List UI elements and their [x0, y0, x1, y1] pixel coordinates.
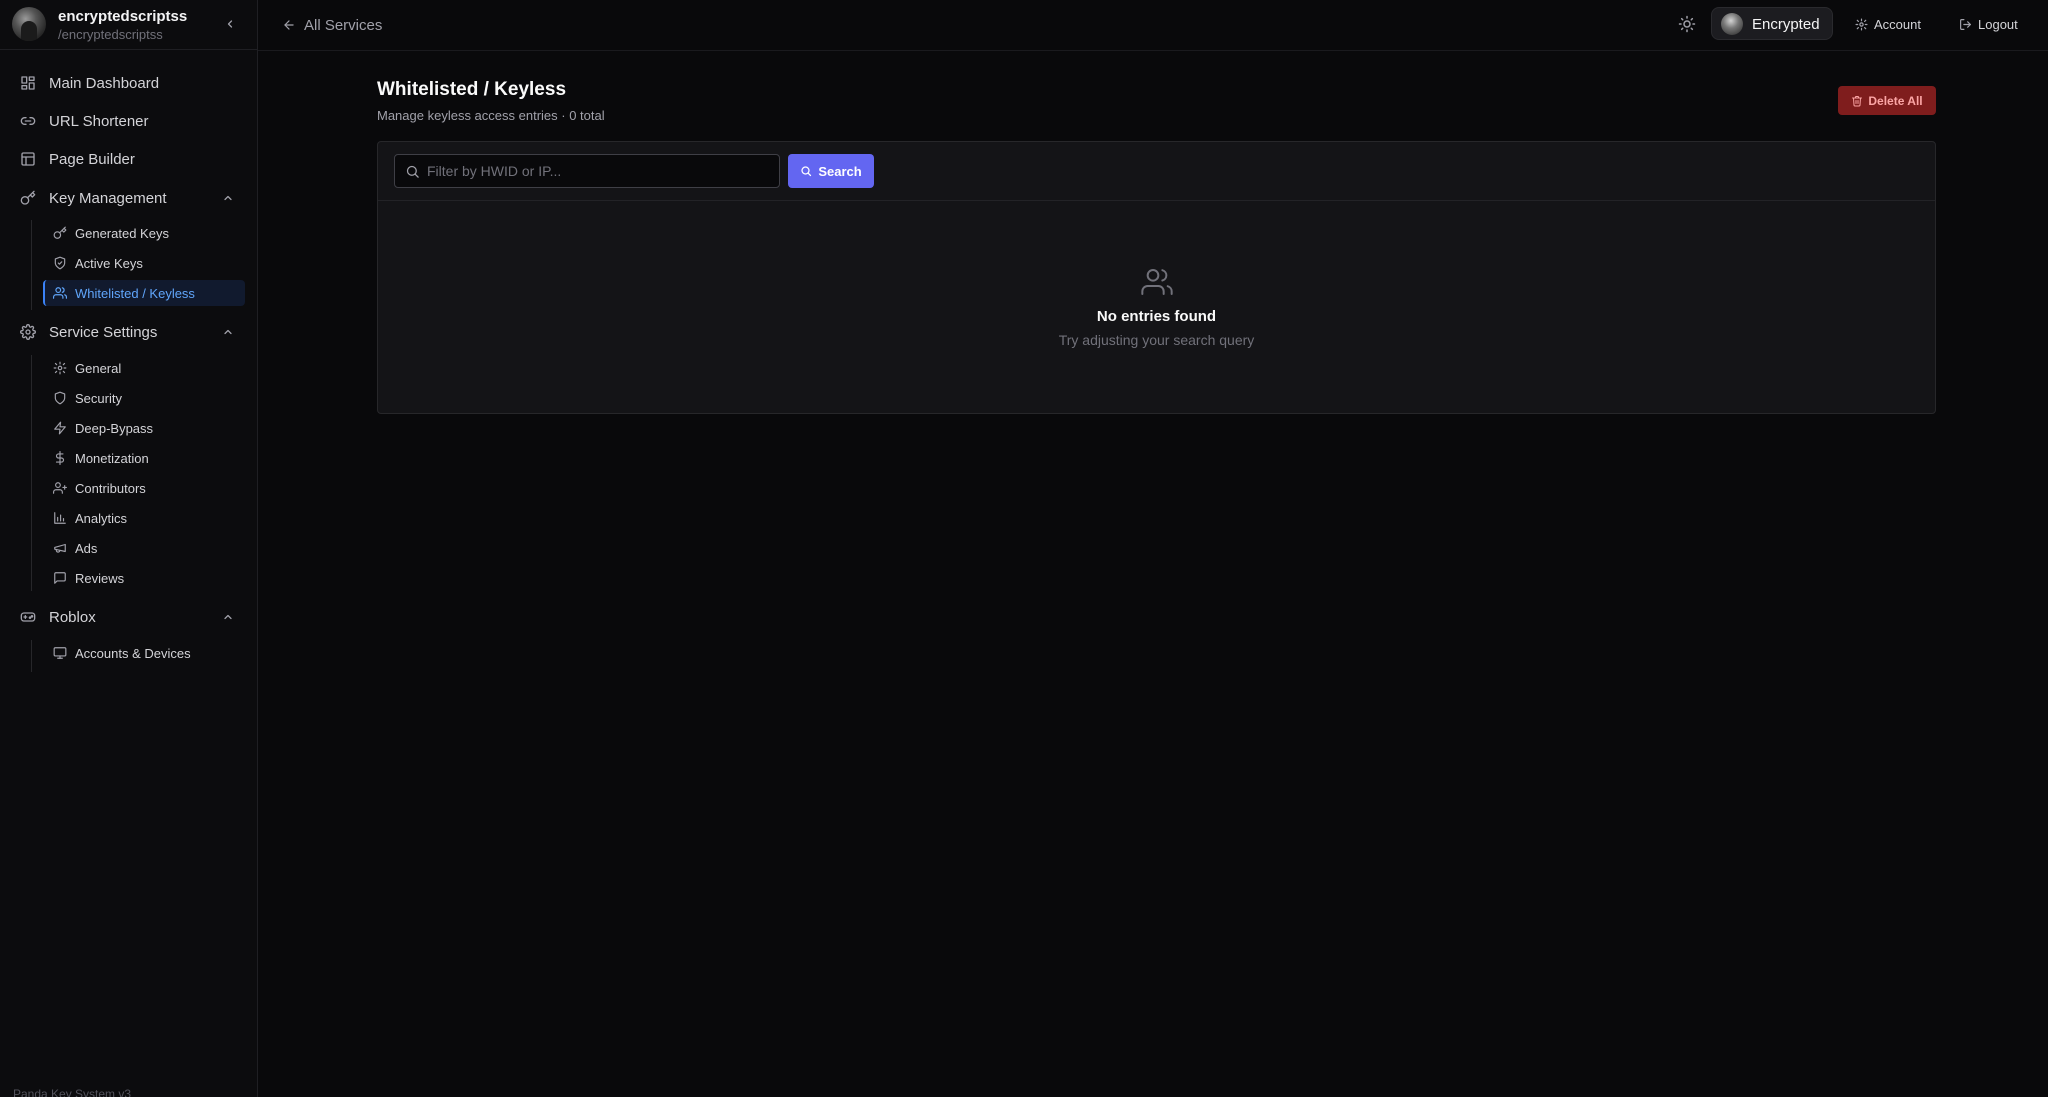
sidebar-item-generated-keys[interactable]: Generated Keys	[43, 220, 245, 246]
logout-button[interactable]: Logout	[1959, 15, 2018, 33]
sidebar-item-analytics[interactable]: Analytics	[43, 505, 245, 531]
search-icon	[406, 165, 419, 178]
search-icon	[801, 166, 812, 177]
monitor-icon	[53, 647, 67, 659]
shield-icon	[54, 391, 66, 405]
sidebar-item-whitelisted-keyless[interactable]: Whitelisted / Keyless	[43, 280, 245, 306]
sidebar-item-label: Monetization	[75, 451, 149, 466]
search-field[interactable]	[394, 154, 780, 188]
layout-icon	[21, 152, 35, 166]
chevron-up-icon	[224, 195, 232, 201]
user-plus-icon	[53, 482, 67, 494]
bar-chart-icon	[54, 512, 66, 524]
sidebar-section-key-management[interactable]: Key Management	[10, 182, 246, 214]
sidebar-item-label: Ads	[75, 541, 98, 556]
gamepad-icon	[20, 612, 36, 622]
profile-name: encryptedscriptss	[58, 8, 188, 25]
megaphone-icon	[54, 543, 66, 553]
sidebar-item-label: Active Keys	[75, 256, 143, 271]
back-link-label: All Services	[304, 16, 383, 34]
chevron-up-icon	[224, 614, 232, 620]
sidebar-section-label: Key Management	[49, 190, 167, 207]
arrow-left-icon	[284, 20, 294, 30]
sidebar: encryptedscriptss /encryptedscriptss Mai…	[0, 0, 258, 1097]
user-chip-label: Encrypted	[1752, 16, 1820, 33]
sidebar-item-label: Main Dashboard	[49, 75, 160, 92]
entries-panel: Search No entries found Try adjusting yo…	[377, 141, 1936, 414]
message-icon	[54, 572, 66, 584]
chevron-left-icon	[227, 20, 233, 28]
user-menu-button[interactable]: Encrypted	[1711, 7, 1833, 40]
sidebar-item-label: Reviews	[75, 571, 125, 586]
sidebar-section-roblox[interactable]: Roblox	[10, 601, 246, 633]
profile-header[interactable]: encryptedscriptss /encryptedscriptss	[0, 0, 258, 50]
dashboard-icon	[21, 76, 35, 90]
sidebar-item-label: Deep-Bypass	[75, 421, 154, 436]
sidebar-item-monetization[interactable]: Monetization	[43, 445, 245, 471]
users-icon	[1141, 269, 1173, 295]
sidebar-item-contributors[interactable]: Contributors	[43, 475, 245, 501]
logout-button-label: Logout	[1978, 16, 2018, 32]
sidebar-section-service-settings[interactable]: Service Settings	[10, 316, 246, 348]
sidebar-footer-version: Panda Key System v3	[13, 1087, 132, 1097]
sidebar-item-label: Analytics	[75, 511, 128, 526]
delete-all-label: Delete All	[1868, 93, 1923, 108]
page-title: Whitelisted / Keyless	[377, 79, 567, 100]
avatar	[1721, 13, 1743, 35]
sidebar-item-label: Whitelisted / Keyless	[75, 286, 195, 301]
sidebar-section-label: Service Settings	[49, 324, 158, 341]
sidebar-item-url-shortener[interactable]: URL Shortener	[10, 105, 246, 137]
sidebar-item-label: Security	[75, 391, 122, 406]
avatar	[12, 7, 46, 41]
users-icon	[53, 287, 67, 299]
sun-icon[interactable]	[1678, 15, 1696, 33]
link-icon	[20, 117, 36, 125]
account-button[interactable]: Account	[1855, 15, 1921, 33]
sidebar-section-label: Roblox	[49, 609, 96, 626]
shield-check-icon	[54, 256, 66, 270]
sidebar-item-ads[interactable]: Ads	[43, 535, 245, 561]
profile-handle: /encryptedscriptss	[58, 27, 163, 42]
submenu-guide-line	[31, 640, 32, 672]
submenu-guide-line	[31, 355, 32, 591]
sidebar-item-label: Contributors	[75, 481, 146, 496]
dollar-icon	[55, 451, 65, 465]
sidebar-item-deep-bypass[interactable]: Deep-Bypass	[43, 415, 245, 441]
submenu-guide-line	[31, 220, 32, 310]
sidebar-item-label: General	[75, 361, 122, 376]
account-button-label: Account	[1874, 16, 1921, 32]
empty-state-title: No entries found	[1096, 308, 1217, 325]
collapse-sidebar-button[interactable]	[220, 14, 240, 34]
top-bar: All Services Encrypted Account Logout	[258, 0, 2048, 51]
delete-all-button[interactable]: Delete All	[1838, 86, 1936, 115]
page-subtitle: Manage keyless access entries · 0 total	[377, 108, 605, 123]
sidebar-item-general[interactable]: General	[43, 355, 245, 381]
gear-icon	[20, 324, 36, 340]
bolt-icon	[54, 421, 66, 435]
empty-state-subtitle: Try adjusting your search query	[1058, 332, 1255, 348]
search-button-label: Search	[818, 163, 862, 179]
sidebar-item-active-keys[interactable]: Active Keys	[43, 250, 245, 276]
trash-icon	[1852, 95, 1863, 106]
sidebar-item-reviews[interactable]: Reviews	[43, 565, 245, 591]
gear-icon	[53, 361, 67, 375]
key-icon	[53, 226, 67, 239]
key-icon	[20, 190, 36, 205]
sidebar-item-security[interactable]: Security	[43, 385, 245, 411]
sidebar-item-main-dashboard[interactable]: Main Dashboard	[10, 67, 246, 99]
search-button[interactable]: Search	[788, 154, 874, 188]
search-toolbar: Search	[378, 142, 1935, 201]
sidebar-item-label: Accounts & Devices	[75, 646, 191, 661]
logout-icon	[1960, 18, 1971, 30]
search-input[interactable]	[427, 155, 772, 187]
chevron-up-icon	[224, 329, 232, 335]
sidebar-item-accounts-devices[interactable]: Accounts & Devices	[43, 640, 245, 666]
sidebar-item-label: URL Shortener	[49, 113, 149, 130]
sidebar-item-page-builder[interactable]: Page Builder	[10, 143, 246, 175]
sidebar-item-label: Generated Keys	[75, 226, 169, 241]
sidebar-item-label: Page Builder	[49, 151, 135, 168]
all-services-back-link[interactable]: All Services	[282, 15, 382, 35]
gear-icon	[1855, 17, 1868, 31]
